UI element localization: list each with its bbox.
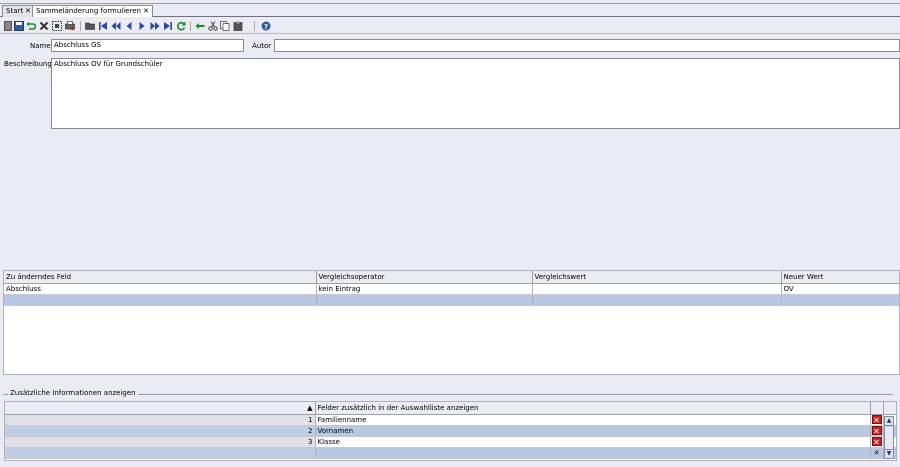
- delete-cell: ✕: [870, 436, 884, 448]
- paste-icon[interactable]: [233, 21, 243, 31]
- column-header[interactable]: Zu änderndes Feld: [4, 271, 317, 284]
- scroll-up-button[interactable]: ▲: [884, 416, 894, 426]
- changes-table: Zu änderndes Feld Vergleichsoperator Ver…: [3, 270, 900, 375]
- row-number: [5, 447, 316, 459]
- delete-cell: ✕: [870, 414, 884, 426]
- column-header: [870, 402, 884, 415]
- refresh-icon[interactable]: [176, 21, 186, 31]
- table-row[interactable]: 2 Vornamen ✕: [5, 425, 896, 437]
- print-icon[interactable]: [65, 21, 75, 31]
- row-number: 3: [5, 436, 316, 448]
- delete-cell: ✕: [870, 447, 884, 459]
- tab-sammelaenderung[interactable]: Sammeländerung formulieren ✕: [32, 5, 153, 17]
- table-cell[interactable]: OV: [781, 283, 899, 295]
- tab-bar: Start ✕ Sammeländerung formulieren ✕: [0, 4, 900, 17]
- autor-field[interactable]: [274, 39, 900, 52]
- help-icon[interactable]: ?: [261, 21, 271, 31]
- delete-icon[interactable]: [39, 21, 49, 31]
- name-field[interactable]: Abschluss GS: [51, 39, 244, 52]
- table-cell[interactable]: kein Eintrag: [316, 283, 533, 295]
- toolbar-separator: [190, 21, 191, 31]
- cut-icon[interactable]: [208, 21, 218, 31]
- delete-cell: ✕: [870, 425, 884, 437]
- prev-page-icon[interactable]: [111, 21, 121, 31]
- table-cell[interactable]: Vornamen: [315, 425, 871, 437]
- table-cell[interactable]: Klasse: [315, 436, 871, 448]
- toolbar: ?: [0, 18, 900, 34]
- copy-icon[interactable]: [220, 21, 230, 31]
- folder-icon[interactable]: [85, 21, 95, 31]
- table-row[interactable]: Abschluss kein Eintrag OV: [4, 283, 899, 295]
- tab-start[interactable]: Start ✕: [2, 5, 35, 17]
- close-icon[interactable]: ✕: [25, 7, 31, 15]
- delete-row-icon[interactable]: ✕: [871, 425, 882, 435]
- next-page-icon[interactable]: [150, 21, 160, 31]
- scroll-down-button[interactable]: ▼: [884, 449, 894, 459]
- scrollbar-track[interactable]: [884, 427, 894, 449]
- table-row[interactable]: 1 Familienname ✕: [5, 414, 896, 426]
- extra-info-title: Zusätzliche Informationen anzeigen: [8, 389, 138, 397]
- column-header: [883, 402, 896, 415]
- close-icon[interactable]: ✕: [143, 7, 149, 15]
- first-record-icon[interactable]: [98, 21, 108, 31]
- column-header[interactable]: Vergleichsoperator: [316, 271, 533, 284]
- table-cell[interactable]: [316, 294, 533, 306]
- column-header[interactable]: Felder zusätzlich in der Auswahlliste an…: [315, 402, 871, 415]
- table-header-row: ▲ Felder zusätzlich in der Auswahlliste …: [5, 402, 896, 415]
- table-cell[interactable]: Familienname: [315, 414, 871, 426]
- table-cell[interactable]: Abschluss: [4, 283, 317, 295]
- autor-label: Autor: [252, 42, 272, 50]
- beschreibung-label: Beschreibung: [4, 60, 52, 68]
- delete-row-icon[interactable]: ✕: [871, 414, 882, 424]
- name-label: Name: [30, 42, 51, 50]
- back-arrow-icon[interactable]: [195, 21, 205, 31]
- toolbar-separator: [80, 21, 81, 31]
- table-row-new[interactable]: ✕: [5, 447, 896, 459]
- next-record-icon[interactable]: [137, 21, 147, 31]
- prev-record-icon[interactable]: [124, 21, 134, 31]
- table-row[interactable]: 3 Klasse ✕: [5, 436, 896, 448]
- delete-row-icon[interactable]: ✕: [874, 449, 880, 457]
- column-header[interactable]: Neuer Wert: [781, 271, 899, 284]
- row-number: 2: [5, 425, 316, 437]
- row-number: 1: [5, 414, 316, 426]
- table-cell[interactable]: [532, 283, 782, 295]
- extra-fields-table: ▲ Felder zusätzlich in der Auswahlliste …: [4, 401, 897, 461]
- select-icon[interactable]: [52, 21, 62, 31]
- table-cell[interactable]: [4, 294, 317, 306]
- new-doc-icon[interactable]: [3, 21, 13, 31]
- beschreibung-textarea[interactable]: Abschluss OV für Grundschüler: [51, 58, 900, 129]
- table-cell[interactable]: [532, 294, 782, 306]
- undo-icon[interactable]: [26, 21, 36, 31]
- tab-label: Start: [6, 7, 24, 15]
- save-icon[interactable]: [14, 21, 24, 31]
- toolbar-separator: [254, 21, 255, 31]
- svg-text:?: ?: [264, 23, 268, 31]
- last-record-icon[interactable]: [163, 21, 173, 31]
- delete-row-icon[interactable]: ✕: [871, 436, 882, 446]
- tab-label: Sammeländerung formulieren: [36, 7, 141, 15]
- table-cell[interactable]: [781, 294, 899, 306]
- sort-ascending-icon[interactable]: ▲: [5, 402, 316, 415]
- column-header[interactable]: Vergleichswert: [532, 271, 782, 284]
- table-header-row: Zu änderndes Feld Vergleichsoperator Ver…: [4, 271, 899, 284]
- table-cell[interactable]: [315, 447, 871, 459]
- table-row-new[interactable]: [4, 294, 899, 306]
